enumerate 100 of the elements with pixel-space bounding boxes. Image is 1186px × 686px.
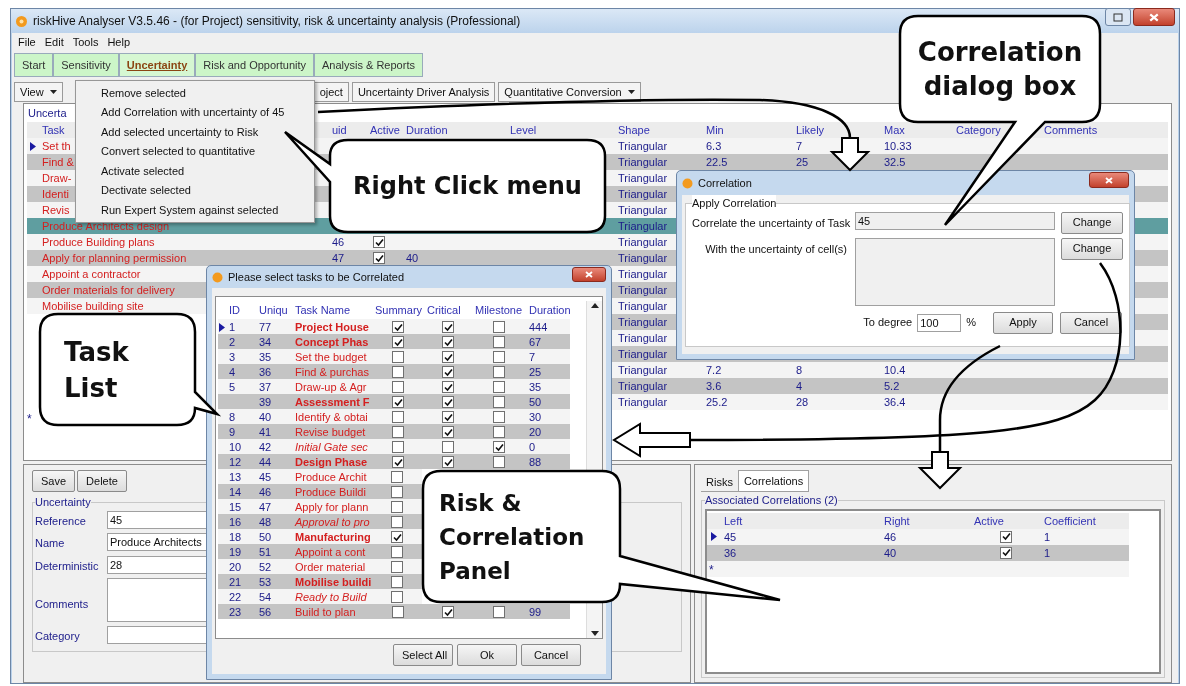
table-row[interactable]: 10 42 Initial Gate sec 0 (218, 439, 570, 454)
checkbox[interactable] (391, 501, 403, 514)
toolbar-button[interactable]: Save (32, 470, 76, 492)
dialog-button[interactable]: Select All (393, 644, 453, 666)
menu-item[interactable]: Add Correlation with uncertainty of 45 (101, 104, 285, 121)
checkbox[interactable] (493, 606, 505, 619)
table-row[interactable]: 21 53 Mobilise buildi (218, 574, 422, 589)
checkbox[interactable] (442, 321, 454, 334)
checkbox[interactable] (493, 351, 505, 364)
dropdown-button[interactable]: Quantitative Conversion (498, 82, 641, 102)
toolbar-button[interactable]: oject (313, 82, 349, 102)
checkbox[interactable] (373, 252, 385, 265)
table-row[interactable]: 5 37 Draw-up & Agr 35 (218, 379, 570, 394)
input-field[interactable] (107, 626, 207, 644)
tab[interactable]: Uncertainty (118, 53, 196, 77)
table-row[interactable]: 8 40 Identify & obtai 30 (218, 409, 570, 424)
checkbox[interactable] (442, 396, 454, 409)
checkbox[interactable] (493, 396, 505, 409)
menu-item[interactable]: Dectivate selected (101, 182, 191, 199)
checkbox[interactable] (493, 321, 505, 334)
checkbox[interactable] (442, 456, 454, 469)
checkbox[interactable] (391, 576, 403, 589)
menu-item[interactable]: File (18, 33, 36, 51)
table-row[interactable]: 19 51 Appoint a cont (218, 544, 422, 559)
table-row[interactable]: 23 56 Build to plan 99 (218, 604, 570, 619)
menu-item[interactable]: Tools (72, 33, 99, 51)
checkbox[interactable] (442, 606, 454, 619)
menu-item[interactable]: Edit (44, 33, 64, 51)
table-row[interactable]: 9 41 Revise budget 20 (218, 424, 570, 439)
checkbox[interactable] (392, 336, 404, 349)
checkbox[interactable] (442, 426, 454, 439)
menu-item[interactable]: Add selected uncertainty to Risk (101, 123, 259, 140)
menu-item[interactable]: Remove selected (101, 84, 186, 101)
table-row[interactable]: 39 Assessment F 50 (218, 394, 570, 409)
tab[interactable]: Correlations (737, 470, 810, 491)
checkbox[interactable] (493, 366, 505, 379)
checkbox[interactable] (442, 366, 454, 379)
checkbox[interactable] (442, 336, 454, 349)
table-row[interactable]: 4 36 Find & purchas 25 (218, 364, 570, 379)
checkbox[interactable] (493, 381, 505, 394)
checkbox[interactable] (442, 411, 454, 424)
table-row[interactable]: 14 46 Produce Buildi (218, 484, 422, 499)
dialog-button[interactable]: Ok (457, 644, 517, 666)
scroll-down-icon[interactable] (590, 631, 599, 636)
menu-item[interactable]: Help (107, 33, 130, 51)
toolbar-button[interactable]: Uncertainty Driver Analysis (351, 82, 496, 102)
cancel-button[interactable]: Cancel (1060, 311, 1122, 334)
table-row[interactable]: 22 54 Ready to Build (218, 589, 422, 604)
checkbox[interactable] (391, 591, 403, 604)
checkbox[interactable] (442, 351, 454, 364)
input-field[interactable] (855, 237, 1055, 306)
checkbox[interactable] (493, 411, 505, 424)
table-row[interactable]: 13 45 Produce Archit (218, 469, 422, 484)
close-button[interactable] (1133, 8, 1175, 26)
checkbox[interactable] (391, 561, 403, 574)
checkbox[interactable] (1000, 530, 1012, 543)
checkbox[interactable] (493, 336, 505, 349)
table-row[interactable]: 3 35 Set the budget 7 (218, 349, 570, 364)
table-row[interactable]: 20 52 Order material (218, 559, 422, 574)
change-button[interactable]: Change (1061, 211, 1123, 234)
checkbox[interactable] (391, 516, 403, 529)
checkbox[interactable] (442, 441, 454, 454)
checkbox[interactable] (493, 456, 505, 469)
checkbox[interactable] (392, 411, 404, 424)
input-field[interactable] (107, 578, 207, 622)
menu-item[interactable]: Activate selected (101, 162, 185, 179)
tab[interactable]: Start (14, 53, 54, 77)
checkbox[interactable] (392, 396, 404, 409)
checkbox[interactable] (392, 441, 404, 454)
change-button[interactable]: Change (1061, 237, 1123, 260)
close-button[interactable] (1089, 172, 1129, 188)
table-row[interactable]: 18 50 Manufacturing (218, 529, 422, 544)
input-field[interactable]: 100 (917, 313, 962, 332)
input-field[interactable]: 28 (107, 555, 207, 574)
table-row[interactable]: 2 34 Concept Phas 67 (218, 334, 570, 349)
checkbox[interactable] (392, 381, 404, 394)
checkbox[interactable] (392, 606, 404, 619)
input-field[interactable]: Produce Architects (107, 533, 207, 551)
input-field[interactable]: 45 (107, 510, 207, 529)
checkbox[interactable] (442, 381, 454, 394)
menu-item[interactable]: Run Expert System against selected (101, 201, 279, 218)
checkbox[interactable] (493, 426, 505, 439)
checkbox[interactable] (1000, 546, 1012, 559)
checkbox[interactable] (392, 351, 404, 364)
table-row[interactable]: 16 48 Approval to pro (218, 514, 422, 529)
checkbox[interactable] (392, 426, 404, 439)
tab[interactable]: Risk and Opportunity (195, 53, 314, 77)
checkbox[interactable] (391, 546, 403, 559)
table-row[interactable]: 12 44 Design Phase 88 (218, 454, 570, 469)
table-row[interactable]: 1 77 Project House 444 (218, 319, 570, 334)
checkbox[interactable] (392, 456, 404, 469)
dropdown-button[interactable]: View (14, 82, 63, 102)
restore-button[interactable] (1105, 8, 1131, 26)
checkbox[interactable] (373, 236, 385, 249)
dialog-button[interactable]: Cancel (521, 644, 581, 666)
checkbox[interactable] (392, 366, 404, 379)
checkbox[interactable] (391, 486, 403, 499)
menu-item[interactable]: Convert selected to quantitative (101, 143, 256, 160)
checkbox[interactable] (391, 531, 403, 544)
apply-button[interactable]: Apply (993, 311, 1053, 334)
